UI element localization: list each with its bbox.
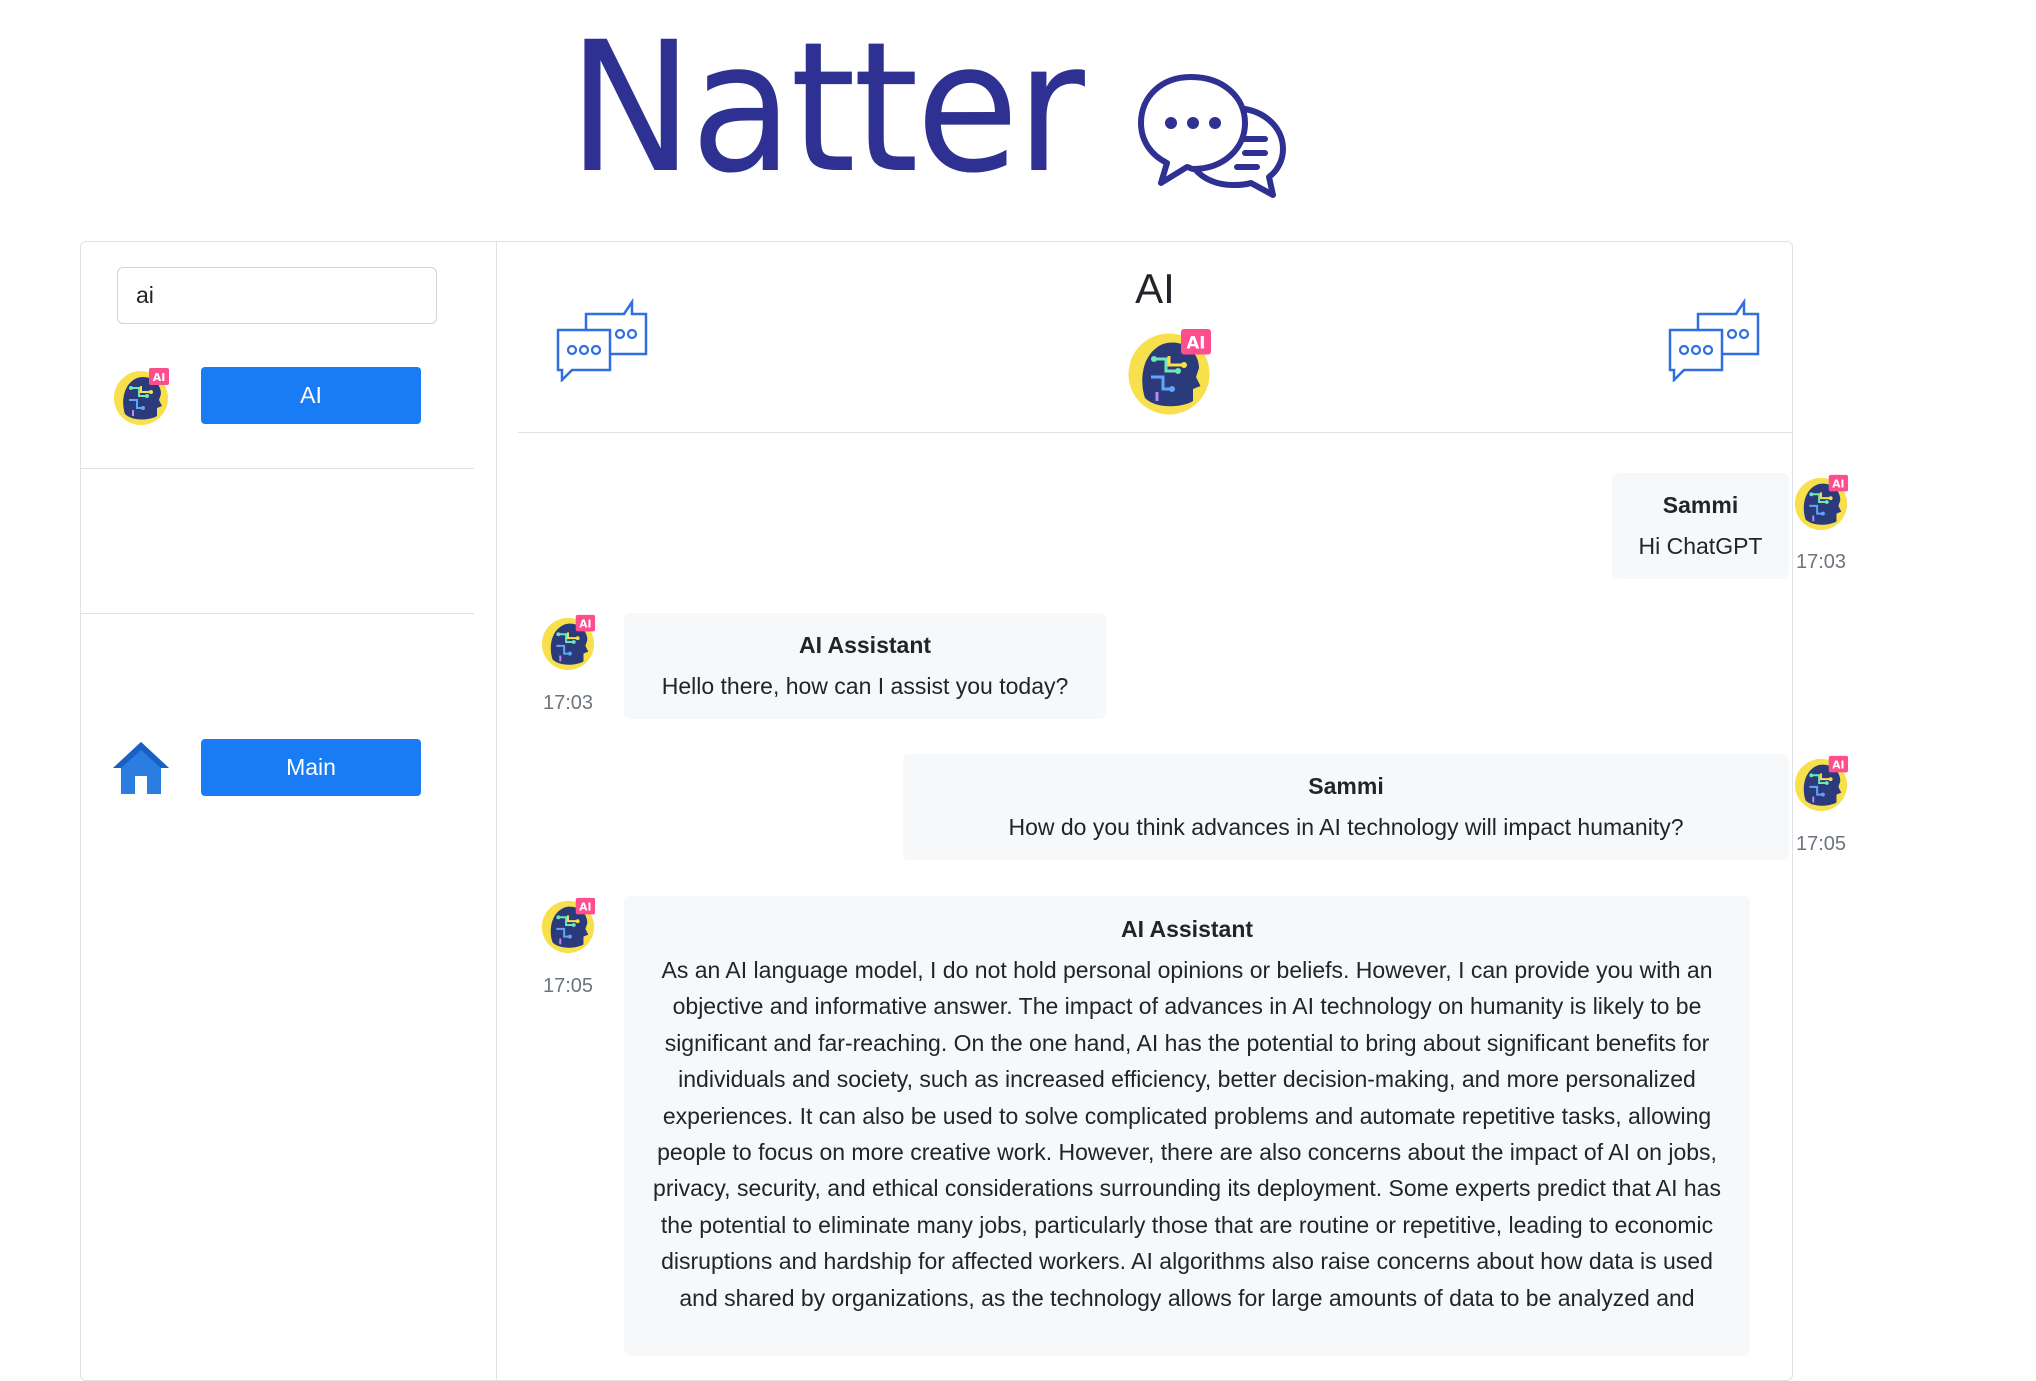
chat-pane: AI Sammi Hi ChatGPT 17:03 17:03 AI Assis… [496, 242, 1792, 1380]
chat-bubbles-icon [1666, 296, 1762, 382]
message-author: AI Assistant [798, 632, 932, 658]
home-icon [113, 742, 169, 794]
ai-brain-avatar-icon [1792, 473, 1850, 531]
ai-brain-avatar-icon [1124, 326, 1214, 416]
room-button-ai[interactable]: AI [201, 367, 421, 424]
ai-brain-avatar-icon [111, 366, 171, 426]
sidebar-item-main: Main [81, 468, 474, 796]
message-author: AI Assistant [1120, 916, 1254, 942]
message-author: Sammi [1662, 492, 1739, 518]
chat-app-card: AI Main AI Sammi Hi ChatGPT 17:03 17:03 [80, 241, 1793, 1381]
message-time: 17:03 [542, 692, 594, 714]
chat-room-title: AI [1135, 265, 1175, 312]
brand-name: Natter [568, 4, 1085, 213]
message-author: Sammi [1308, 773, 1384, 799]
ai-brain-avatar-icon [539, 896, 597, 954]
message-bubble: Sammi Hi ChatGPT [1612, 473, 1789, 579]
message-text: Hi ChatGPT [1638, 533, 1763, 559]
sidebar: AI Main [81, 242, 497, 1380]
message-bubble: Sammi How do you think advances in AI te… [903, 754, 1789, 860]
message-time: 17:05 [542, 975, 594, 997]
message-bubble: AI Assistant As an AI language model, I … [624, 896, 1750, 1356]
message-text: Hello there, how can I assist you today? [661, 673, 1069, 699]
sidebar-item-ai: AI [81, 242, 474, 469]
message-bubble: AI Assistant Hello there, how can I assi… [624, 613, 1106, 719]
message-text: How do you think advances in AI technolo… [1008, 814, 1684, 840]
chat-bubbles-icon [1138, 74, 1286, 198]
ai-brain-avatar-icon [539, 613, 597, 671]
message-time: 17:03 [1795, 551, 1847, 573]
ai-brain-avatar-icon [1792, 754, 1850, 812]
message-time: 17:05 [1795, 833, 1847, 855]
room-button-main[interactable]: Main [201, 739, 421, 796]
chat-header: AI [518, 242, 1792, 433]
message-text: As an AI language model, I do not hold p… [653, 957, 1721, 1311]
